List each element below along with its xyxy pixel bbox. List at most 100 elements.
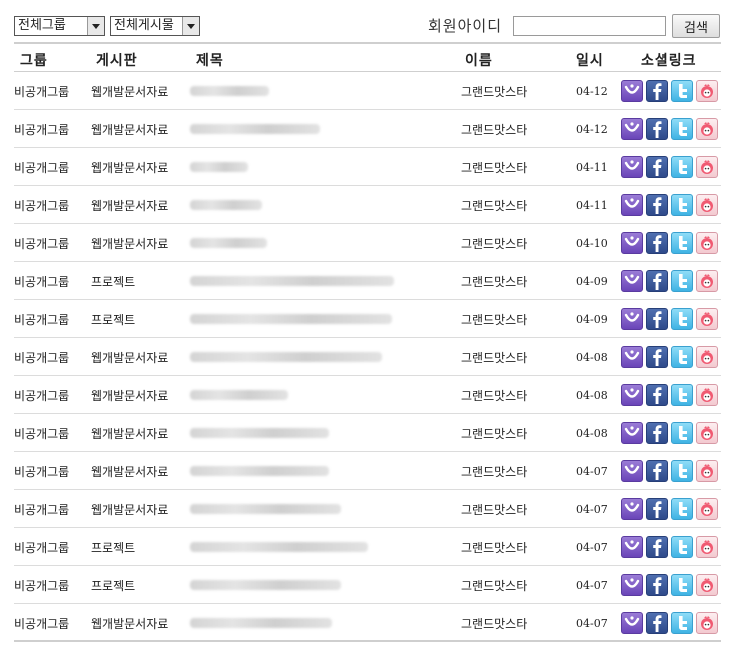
facebook-icon[interactable]: [646, 80, 668, 102]
yozm-icon[interactable]: [696, 460, 718, 482]
chevron-down-icon[interactable]: [87, 17, 104, 35]
twitter-icon[interactable]: [671, 308, 693, 330]
row-board[interactable]: 프로젝트: [91, 311, 135, 328]
facebook-icon[interactable]: [646, 422, 668, 444]
yozm-icon[interactable]: [696, 574, 718, 596]
me2day-icon[interactable]: [621, 270, 643, 292]
me2day-icon[interactable]: [621, 422, 643, 444]
row-title-link[interactable]: [190, 428, 329, 438]
row-title-link[interactable]: [190, 466, 329, 476]
row-author[interactable]: 그랜드맛스타: [461, 273, 527, 290]
member-id-input[interactable]: [513, 16, 666, 36]
facebook-icon[interactable]: [646, 346, 668, 368]
twitter-icon[interactable]: [671, 422, 693, 444]
row-group[interactable]: 비공개그룹: [14, 311, 69, 328]
facebook-icon[interactable]: [646, 574, 668, 596]
row-title-link[interactable]: [190, 276, 394, 286]
me2day-icon[interactable]: [621, 308, 643, 330]
twitter-icon[interactable]: [671, 80, 693, 102]
twitter-icon[interactable]: [671, 612, 693, 634]
me2day-icon[interactable]: [621, 536, 643, 558]
yozm-icon[interactable]: [696, 612, 718, 634]
board-filter-select[interactable]: 전체게시물: [110, 16, 200, 36]
row-title-link[interactable]: [190, 352, 382, 362]
row-author[interactable]: 그랜드맛스타: [461, 83, 527, 100]
me2day-icon[interactable]: [621, 612, 643, 634]
twitter-icon[interactable]: [671, 384, 693, 406]
row-author[interactable]: 그랜드맛스타: [461, 349, 527, 366]
twitter-icon[interactable]: [671, 498, 693, 520]
row-group[interactable]: 비공개그룹: [14, 121, 69, 138]
row-group[interactable]: 비공개그룹: [14, 615, 69, 632]
row-board[interactable]: 웹개발문서자료: [91, 387, 168, 404]
row-board[interactable]: 프로젝트: [91, 577, 135, 594]
row-board[interactable]: 웹개발문서자료: [91, 159, 168, 176]
yozm-icon[interactable]: [696, 80, 718, 102]
row-title-link[interactable]: [190, 390, 288, 400]
facebook-icon[interactable]: [646, 308, 668, 330]
twitter-icon[interactable]: [671, 194, 693, 216]
me2day-icon[interactable]: [621, 194, 643, 216]
row-group[interactable]: 비공개그룹: [14, 577, 69, 594]
yozm-icon[interactable]: [696, 498, 718, 520]
row-board[interactable]: 웹개발문서자료: [91, 235, 168, 252]
yozm-icon[interactable]: [696, 270, 718, 292]
row-board[interactable]: 웹개발문서자료: [91, 615, 168, 632]
row-board[interactable]: 웹개발문서자료: [91, 501, 168, 518]
twitter-icon[interactable]: [671, 346, 693, 368]
twitter-icon[interactable]: [671, 270, 693, 292]
yozm-icon[interactable]: [696, 346, 718, 368]
row-group[interactable]: 비공개그룹: [14, 197, 69, 214]
row-title-link[interactable]: [190, 542, 368, 552]
yozm-icon[interactable]: [696, 536, 718, 558]
me2day-icon[interactable]: [621, 384, 643, 406]
row-board[interactable]: 웹개발문서자료: [91, 197, 168, 214]
twitter-icon[interactable]: [671, 574, 693, 596]
row-board[interactable]: 프로젝트: [91, 273, 135, 290]
row-title-link[interactable]: [190, 618, 332, 628]
me2day-icon[interactable]: [621, 80, 643, 102]
facebook-icon[interactable]: [646, 536, 668, 558]
yozm-icon[interactable]: [696, 156, 718, 178]
facebook-icon[interactable]: [646, 156, 668, 178]
facebook-icon[interactable]: [646, 384, 668, 406]
row-title-link[interactable]: [190, 86, 269, 96]
row-author[interactable]: 그랜드맛스타: [461, 311, 527, 328]
yozm-icon[interactable]: [696, 308, 718, 330]
row-board[interactable]: 웹개발문서자료: [91, 463, 168, 480]
row-board[interactable]: 웹개발문서자료: [91, 425, 168, 442]
twitter-icon[interactable]: [671, 232, 693, 254]
yozm-icon[interactable]: [696, 384, 718, 406]
row-group[interactable]: 비공개그룹: [14, 83, 69, 100]
twitter-icon[interactable]: [671, 536, 693, 558]
me2day-icon[interactable]: [621, 232, 643, 254]
row-board[interactable]: 웹개발문서자료: [91, 349, 168, 366]
row-title-link[interactable]: [190, 200, 262, 210]
row-author[interactable]: 그랜드맛스타: [461, 235, 527, 252]
row-title-link[interactable]: [190, 504, 341, 514]
me2day-icon[interactable]: [621, 156, 643, 178]
row-author[interactable]: 그랜드맛스타: [461, 197, 527, 214]
facebook-icon[interactable]: [646, 460, 668, 482]
row-author[interactable]: 그랜드맛스타: [461, 387, 527, 404]
facebook-icon[interactable]: [646, 612, 668, 634]
facebook-icon[interactable]: [646, 118, 668, 140]
twitter-icon[interactable]: [671, 460, 693, 482]
row-board[interactable]: 웹개발문서자료: [91, 83, 168, 100]
me2day-icon[interactable]: [621, 346, 643, 368]
search-button[interactable]: 검색: [672, 14, 720, 38]
row-author[interactable]: 그랜드맛스타: [461, 159, 527, 176]
row-author[interactable]: 그랜드맛스타: [461, 425, 527, 442]
yozm-icon[interactable]: [696, 232, 718, 254]
row-author[interactable]: 그랜드맛스타: [461, 615, 527, 632]
row-group[interactable]: 비공개그룹: [14, 425, 69, 442]
row-title-link[interactable]: [190, 162, 248, 172]
yozm-icon[interactable]: [696, 194, 718, 216]
me2day-icon[interactable]: [621, 498, 643, 520]
facebook-icon[interactable]: [646, 270, 668, 292]
facebook-icon[interactable]: [646, 232, 668, 254]
twitter-icon[interactable]: [671, 156, 693, 178]
group-filter-select[interactable]: 전체그룹: [14, 16, 105, 36]
facebook-icon[interactable]: [646, 498, 668, 520]
me2day-icon[interactable]: [621, 460, 643, 482]
